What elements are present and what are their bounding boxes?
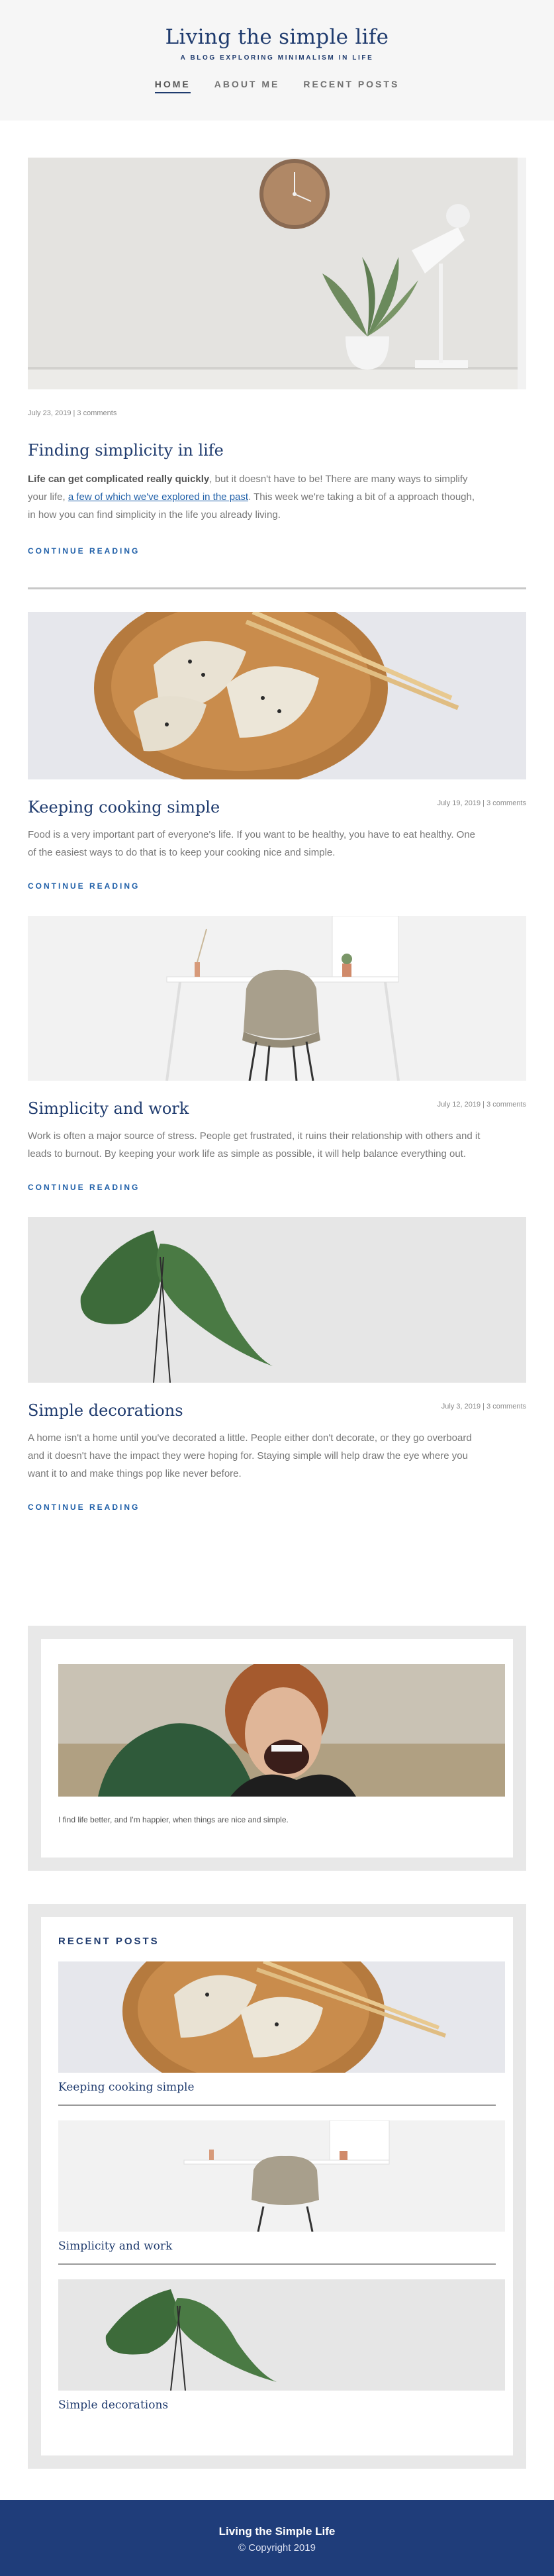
recent-post-separator: [58, 2263, 496, 2265]
dumplings-thumb: [58, 1961, 505, 2073]
post-excerpt: Work is often a major source of stress. …: [28, 1130, 481, 1160]
about-image: [58, 1664, 505, 1797]
smiling-person-illustration: [58, 1664, 505, 1797]
post-meta: July 19, 2019 | 3 comments: [437, 799, 526, 807]
recent-post-item[interactable]: Simplicity and work: [58, 2120, 505, 2265]
post-excerpt: Food is a very important part of everyon…: [28, 829, 476, 858]
post-image-leaves[interactable]: [28, 1217, 526, 1383]
post-meta: July 3, 2019 | 3 comments: [441, 1403, 526, 1411]
post-title[interactable]: Simple decorations: [28, 1401, 183, 1420]
recent-post-item[interactable]: Simple decorations: [58, 2279, 505, 2412]
leaves-illustration: [28, 1217, 526, 1383]
featured-divider: [28, 587, 526, 589]
dumplings-illustration: [28, 612, 526, 779]
recent-post-title[interactable]: Simplicity and work: [58, 2240, 496, 2253]
about-widget-card: I find life better, and I'm happier, whe…: [41, 1639, 513, 1858]
nav-recent-posts[interactable]: RECENT POSTS: [303, 79, 399, 93]
leaves-thumb: [58, 2279, 505, 2391]
recent-post-image[interactable]: [58, 1961, 505, 2073]
desk-chair-illustration: [28, 916, 526, 1081]
site-subtitle: A BLOG EXPLORING MINIMALISM IN LIFE: [180, 54, 374, 62]
site-header: Living the simple life A BLOG EXPLORING …: [0, 0, 554, 121]
post-item: Simplicity and work July 12, 2019 | 3 co…: [28, 916, 526, 1193]
post-title[interactable]: Simplicity and work: [28, 1099, 189, 1118]
desk-chair-thumb: [58, 2120, 505, 2232]
recent-post-title[interactable]: Simple decorations: [58, 2399, 496, 2412]
post-title[interactable]: Keeping cooking simple: [28, 798, 220, 817]
post-excerpt: A home isn't a home until you've decorat…: [28, 1432, 472, 1479]
recent-post-image[interactable]: [58, 2279, 505, 2391]
continue-reading-link[interactable]: CONTINUE READING: [28, 1183, 140, 1192]
about-caption: I find life better, and I'm happier, whe…: [58, 1815, 289, 1824]
footer-title: Living the Simple Life: [218, 2525, 336, 2538]
nav-about-me[interactable]: ABOUT ME: [214, 79, 280, 93]
excerpt-bold: Life can get complicated really quickly: [28, 473, 210, 485]
post-header-row: Simple decorations July 3, 2019 | 3 comm…: [28, 1401, 526, 1420]
post-image-clock-lamp[interactable]: [28, 158, 526, 389]
post-header-row: Simplicity and work July 12, 2019 | 3 co…: [28, 1099, 526, 1118]
recent-posts-title: RECENT POSTS: [58, 1936, 160, 1947]
about-widget: I find life better, and I'm happier, whe…: [28, 1626, 526, 1871]
excerpt-link[interactable]: a few of which we've explored in the pas…: [68, 491, 248, 503]
continue-reading-link[interactable]: CONTINUE READING: [28, 546, 140, 556]
post-image-desk-chair[interactable]: [28, 916, 526, 1081]
post-excerpt: Life can get complicated really quickly,…: [28, 470, 485, 524]
recent-post-title[interactable]: Keeping cooking simple: [58, 2081, 496, 2094]
nav-home[interactable]: HOME: [154, 79, 191, 93]
recent-posts-card: RECENT POSTS Keeping cooking simple Simp…: [41, 1917, 513, 2455]
continue-reading-link[interactable]: CONTINUE READING: [28, 881, 140, 891]
main-content: July 23, 2019 | 3 comments Finding simpl…: [0, 121, 554, 1513]
recent-post-separator: [58, 2105, 496, 2106]
recent-post-item[interactable]: Keeping cooking simple: [58, 1961, 505, 2106]
main-nav: HOME ABOUT ME RECENT POSTS: [0, 79, 554, 93]
recent-posts-widget: RECENT POSTS Keeping cooking simple Simp…: [28, 1904, 526, 2469]
post-meta: July 12, 2019 | 3 comments: [437, 1101, 526, 1109]
clock-lamp-illustration: [28, 158, 526, 389]
footer-copyright: © Copyright 2019: [238, 2542, 316, 2553]
post-meta: July 23, 2019 | 3 comments: [28, 409, 117, 417]
post-item: Keeping cooking simple July 19, 2019 | 3…: [28, 612, 526, 892]
site-footer: Living the Simple Life © Copyright 2019: [0, 2500, 554, 2576]
post-item: Simple decorations July 3, 2019 | 3 comm…: [28, 1217, 526, 1513]
post-title[interactable]: Finding simplicity in life: [28, 441, 526, 460]
post-image-dumplings[interactable]: [28, 612, 526, 779]
continue-reading-link[interactable]: CONTINUE READING: [28, 1503, 140, 1512]
site-title[interactable]: Living the simple life: [0, 25, 554, 49]
post-header-row: Keeping cooking simple July 19, 2019 | 3…: [28, 798, 526, 817]
post-featured: July 23, 2019 | 3 comments Finding simpl…: [28, 158, 526, 557]
recent-post-image[interactable]: [58, 2120, 505, 2232]
